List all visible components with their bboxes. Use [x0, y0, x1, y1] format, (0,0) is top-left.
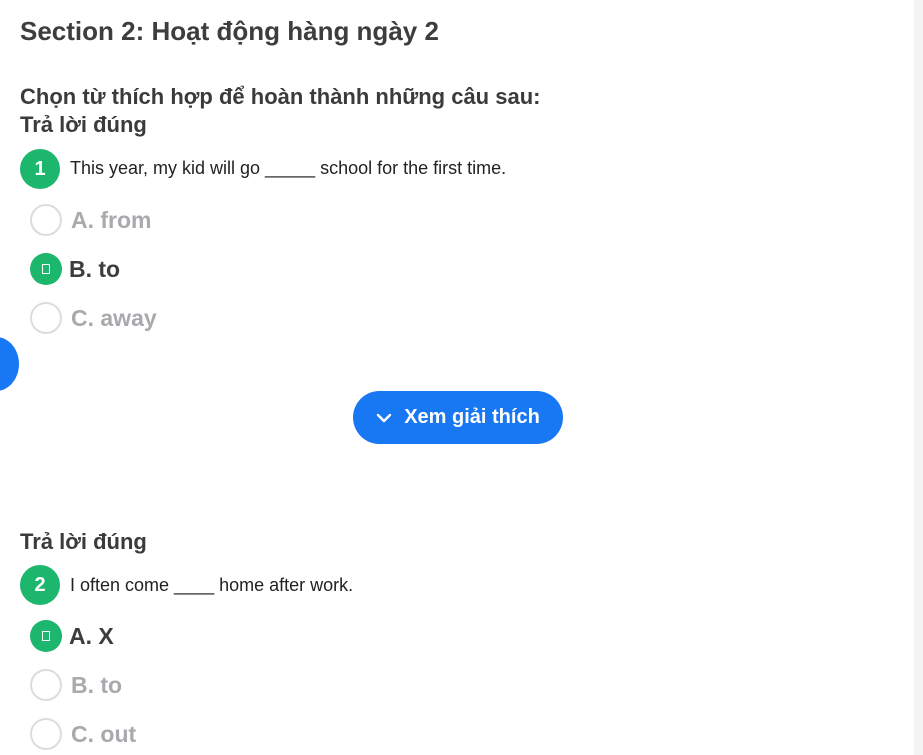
question-2-number-badge: 2 — [20, 565, 60, 605]
radio-unchecked-icon — [30, 669, 62, 701]
radio-unchecked-icon — [30, 204, 62, 236]
side-navigation-handle[interactable] — [0, 337, 19, 391]
radio-unchecked-icon — [30, 718, 62, 750]
question-2-result-label: Trả lời đúng — [20, 529, 147, 554]
check-icon — [30, 620, 62, 652]
option-label: A. from — [71, 206, 152, 233]
question-1-number-badge: 1 — [20, 149, 60, 189]
option-label: C. away — [71, 304, 157, 331]
question-1-text: This year, my kid will go _____ school f… — [70, 158, 507, 178]
question-2-text: I often come ____ home after work. — [70, 575, 354, 595]
radio-unchecked-icon — [30, 302, 62, 334]
check-icon — [30, 253, 62, 285]
show-explanation-button[interactable]: Xem giải thích — [353, 391, 563, 444]
option-label: B. to — [71, 671, 123, 698]
question-2-option-c[interactable]: C. out — [30, 716, 136, 752]
question-1-result-label: Trả lời đúng — [20, 112, 147, 137]
instruction-text: Chọn từ thích hợp để hoàn thành những câ… — [20, 84, 541, 109]
section-title: Section 2: Hoạt động hàng ngày 2 — [20, 16, 439, 46]
chevron-down-icon — [377, 413, 392, 422]
question-1-option-b[interactable]: B. to — [30, 251, 120, 287]
question-2-option-a[interactable]: A. X — [30, 618, 114, 654]
question-2-option-b[interactable]: B. to — [30, 667, 122, 703]
option-label: B. to — [69, 255, 121, 282]
question-1-option-c[interactable]: C. away — [30, 300, 157, 336]
option-label: C. out — [71, 720, 137, 747]
show-explanation-label: Xem giải thích — [404, 406, 540, 428]
scrollbar-track[interactable] — [914, 0, 923, 755]
question-1-option-a[interactable]: A. from — [30, 202, 152, 238]
quiz-page: Section 2: Hoạt động hàng ngày 2 Chọn từ… — [0, 0, 923, 755]
option-label: A. X — [69, 622, 114, 649]
